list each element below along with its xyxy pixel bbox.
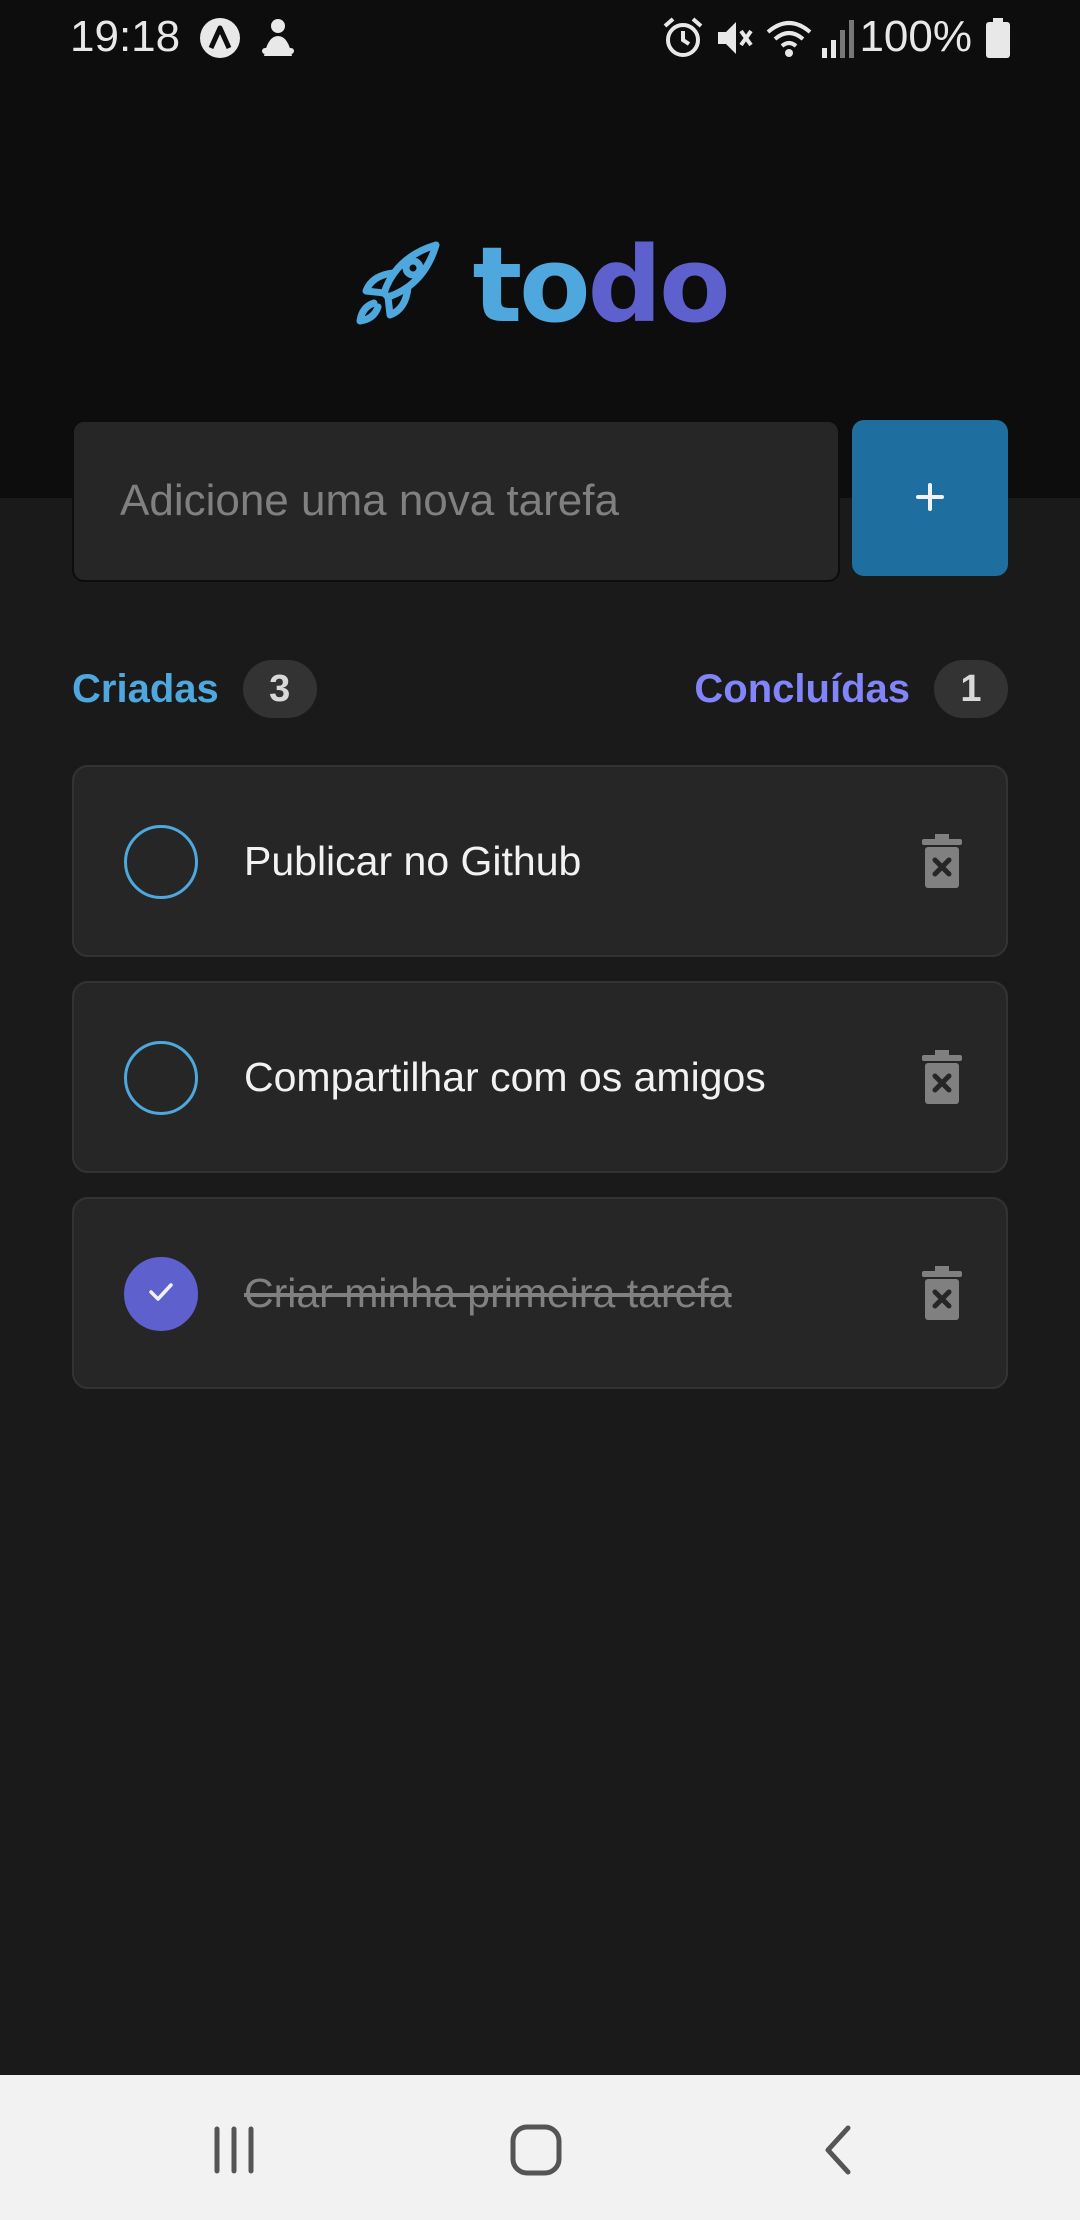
task-item: Compartilhar com os amigos — [72, 981, 1008, 1173]
task-checkbox[interactable] — [124, 1041, 198, 1115]
created-count-badge: 3 — [242, 660, 317, 718]
new-task-input[interactable] — [72, 420, 840, 582]
back-icon[interactable] — [798, 2115, 878, 2185]
trash-icon[interactable] — [916, 1263, 968, 1323]
done-label: Concluídas — [694, 666, 910, 711]
status-bar: 19:18 100% — [0, 0, 1080, 74]
alarm-icon — [662, 16, 704, 71]
task-checkbox-checked[interactable] — [124, 1257, 198, 1331]
check-icon — [148, 1281, 174, 1308]
created-counter: Criadas 3 — [72, 660, 317, 718]
home-icon[interactable] — [496, 2115, 576, 2185]
app-title-part1: to — [472, 224, 590, 346]
battery-level: 100% — [859, 12, 972, 61]
mute-icon — [714, 16, 754, 71]
app-title: todo — [472, 233, 730, 337]
task-checkbox[interactable] — [124, 825, 198, 899]
task-text: Criar minha primeira tarefa — [244, 1269, 732, 1316]
trash-icon[interactable] — [916, 831, 968, 891]
recent-apps-icon[interactable] — [194, 2115, 274, 2185]
done-counter: Concluídas 1 — [694, 660, 1008, 718]
wifi-icon — [764, 16, 814, 71]
created-label: Criadas — [72, 666, 219, 711]
battery-icon — [984, 16, 1012, 71]
done-count-badge: 1 — [934, 660, 1008, 718]
task-item-done: Criar minha primeira tarefa — [72, 1197, 1008, 1389]
navigation-bar — [0, 2075, 1080, 2220]
task-text: Compartilhar com os amigos — [244, 1053, 766, 1100]
plus-icon — [915, 482, 945, 515]
app-logo: todo — [0, 220, 1080, 350]
task-list: Publicar no Github Compartilhar com os a… — [72, 765, 1008, 1413]
task-item: Publicar no Github — [72, 765, 1008, 957]
signal-icon — [820, 16, 856, 71]
app-a-icon — [198, 16, 242, 71]
trash-icon[interactable] — [916, 1047, 968, 1107]
task-text: Publicar no Github — [244, 837, 582, 884]
add-task-button[interactable] — [852, 420, 1008, 576]
status-time: 19:18 — [70, 12, 181, 61]
app-title-part2: do — [587, 224, 731, 346]
notification-icon — [258, 16, 298, 71]
rocket-icon — [352, 237, 444, 334]
